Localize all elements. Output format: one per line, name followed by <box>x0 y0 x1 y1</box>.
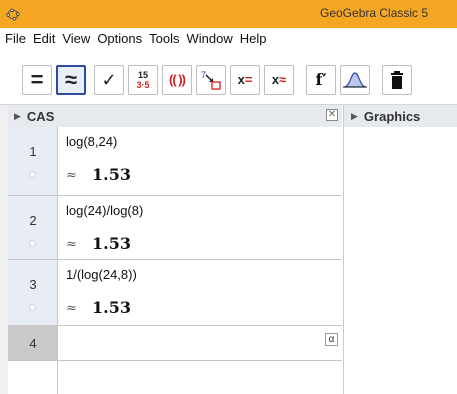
cas-row-1[interactable]: 1 log(8,24) ≈ 1.53 <box>8 127 342 196</box>
visibility-toggle-icon[interactable] <box>29 304 36 311</box>
row-number: 3 <box>29 277 37 292</box>
row-header[interactable]: 1 <box>8 127 58 195</box>
visibility-toggle-icon[interactable] <box>29 171 36 178</box>
keep-input-tool-button[interactable]: ✓ <box>94 65 124 95</box>
graphics-view[interactable] <box>343 127 457 394</box>
row-header[interactable]: 3 <box>8 260 58 325</box>
menu-window[interactable]: Window <box>183 28 236 50</box>
row-number: 2 <box>29 213 37 228</box>
derivative-icon: f′ <box>315 70 327 89</box>
cas-view-header[interactable]: ▶ CAS ✕ <box>8 105 342 128</box>
expand-tool-button[interactable]: (( )) <box>162 65 192 95</box>
menu-view[interactable]: View <box>59 28 94 50</box>
approx-symbol: ≈ <box>66 168 77 183</box>
cas-row-4[interactable]: 4 α <box>8 326 342 361</box>
cas-output: 1.53 <box>92 234 131 253</box>
row-number: 1 <box>29 144 37 159</box>
graphics-view-title: Graphics <box>363 108 421 124</box>
solve-tool-button[interactable]: x= <box>230 65 260 95</box>
window-title: GeoGebra Classic 5 <box>320 6 429 20</box>
cas-output: 1.53 <box>92 165 131 184</box>
alpha-symbol-button[interactable]: α <box>325 333 338 346</box>
geogebra-logo-icon <box>6 8 20 21</box>
parentheses-icon: (( )) <box>169 72 186 87</box>
derivative-tool-button[interactable]: f′ <box>306 65 336 95</box>
menu-help[interactable]: Help <box>237 28 271 50</box>
substitute-icon: 7 <box>201 70 221 90</box>
left-dock-strip <box>0 105 8 394</box>
approx-symbol: ≈ <box>66 301 77 316</box>
svg-text:7: 7 <box>201 70 206 80</box>
bell-curve-icon <box>343 72 367 88</box>
solve-icon: x= <box>237 72 253 87</box>
evaluate-tool-button[interactable]: = <box>22 65 52 95</box>
delete-tool-button[interactable] <box>382 65 412 95</box>
menu-options[interactable]: Options <box>94 28 146 50</box>
row-header[interactable]: 2 <box>8 196 58 259</box>
collapse-arrow-icon[interactable]: ▶ <box>14 111 21 122</box>
row-number: 4 <box>29 336 37 351</box>
trash-icon <box>391 71 403 89</box>
factor-tool-button[interactable]: 15 3·5 <box>128 65 158 95</box>
graphics-view-header[interactable]: ▶ Graphics <box>343 105 457 128</box>
cas-output: 1.53 <box>92 298 131 317</box>
cas-row-3[interactable]: 3 1/(log(24,8)) ≈ 1.53 <box>8 260 342 326</box>
factor-icon-top: 15 <box>137 70 148 80</box>
cas-input[interactable]: 1/(log(24,8)) <box>66 267 137 282</box>
cas-view: 1 log(8,24) ≈ 1.53 2 log(24)/log(8) ≈ 1.… <box>8 127 342 394</box>
menu-bar: File Edit View Options Tools Window Help <box>0 28 457 51</box>
probability-tool-button[interactable] <box>340 65 370 95</box>
menu-tools[interactable]: Tools <box>146 28 183 50</box>
cas-input[interactable]: log(24)/log(8) <box>66 203 143 218</box>
solve-numerically-icon: x≈ <box>271 72 287 87</box>
checkmark-icon: ✓ <box>101 70 117 90</box>
substitute-tool-button[interactable]: 7 <box>196 65 226 95</box>
cas-row-2[interactable]: 2 log(24)/log(8) ≈ 1.53 <box>8 196 342 260</box>
row-header[interactable]: 4 <box>8 326 58 360</box>
visibility-toggle-icon[interactable] <box>29 240 36 247</box>
solve-numerically-tool-button[interactable]: x≈ <box>264 65 294 95</box>
close-icon[interactable]: ✕ <box>326 109 338 121</box>
menu-file[interactable]: File <box>0 28 30 50</box>
approx-symbol: ≈ <box>66 237 77 252</box>
menu-edit[interactable]: Edit <box>30 28 59 50</box>
numeric-tool-button[interactable]: ≈ <box>56 65 86 95</box>
collapse-arrow-icon[interactable]: ▶ <box>351 111 358 122</box>
empty-row-header <box>8 361 58 394</box>
approx-icon: ≈ <box>64 67 78 92</box>
cas-view-title: CAS <box>26 108 55 124</box>
factor-icon-bottom: 3·5 <box>136 80 150 90</box>
equals-icon: = <box>30 67 44 92</box>
toolbar: = ≈ ✓ 15 3·5 (( )) 7 x= x≈ f′ <box>0 50 457 105</box>
geogebra-window: GeoGebra Classic 5 File Edit View Option… <box>0 0 457 394</box>
cas-input[interactable]: log(8,24) <box>66 134 117 149</box>
title-bar: GeoGebra Classic 5 <box>0 0 457 29</box>
